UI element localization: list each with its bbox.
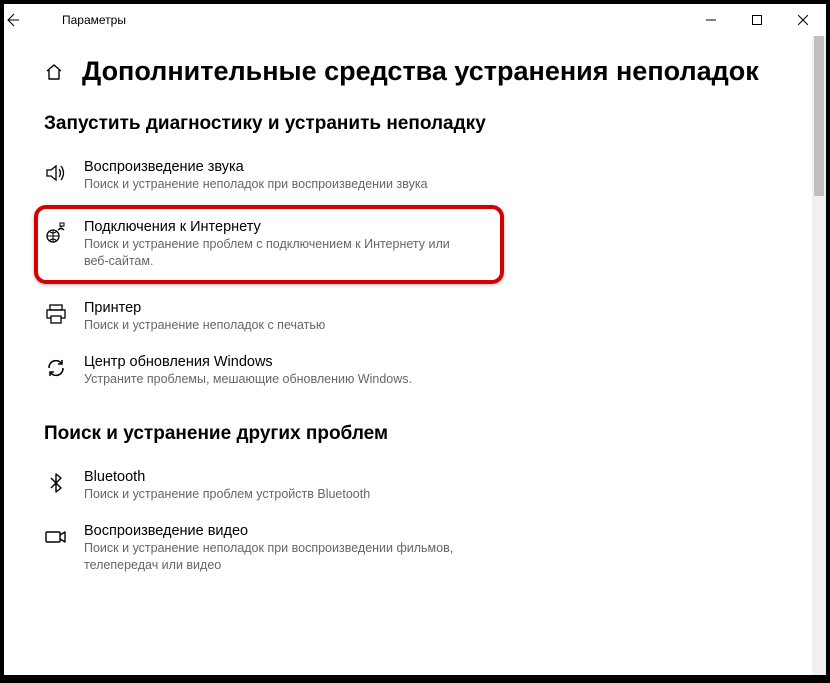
item-title: Центр обновления Windows — [84, 354, 772, 370]
app-title: Параметры — [50, 13, 126, 27]
minimize-button[interactable] — [688, 4, 734, 36]
item-title: Воспроизведение звука — [84, 159, 772, 175]
printer-icon — [44, 302, 68, 326]
section-other-title: Поиск и устранение других проблем — [44, 423, 772, 445]
item-desc: Поиск и устранение неполадок при воспрои… — [84, 540, 464, 574]
vertical-scrollbar[interactable] — [812, 36, 826, 675]
back-button[interactable] — [4, 12, 50, 28]
item-title: Подключения к Интернету — [84, 219, 494, 235]
item-desc: Поиск и устранение неполадок при воспрои… — [84, 176, 464, 193]
highlight-annotation: Подключения к Интернету Поиск и устранен… — [34, 205, 504, 284]
item-desc: Поиск и устранение неполадок с печатью — [84, 317, 464, 334]
item-title: Воспроизведение видео — [84, 523, 772, 539]
section-diagnose-title: Запустить диагностику и устранить непола… — [44, 113, 772, 135]
speaker-icon — [44, 161, 68, 185]
troubleshoot-item-printer[interactable]: Принтер Поиск и устранение неполадок с п… — [44, 290, 772, 344]
close-button[interactable] — [780, 4, 826, 36]
troubleshoot-item-windows-update[interactable]: Центр обновления Windows Устраните пробл… — [44, 344, 772, 398]
troubleshoot-item-internet[interactable]: Подключения к Интернету Поиск и устранен… — [44, 213, 494, 276]
page-heading: Дополнительные средства устранения непол… — [82, 56, 759, 87]
sync-icon — [44, 356, 68, 380]
item-desc: Поиск и устранение проблем с подключение… — [84, 236, 464, 270]
item-title: Bluetooth — [84, 469, 772, 485]
item-desc: Устраните проблемы, мешающие обновлению … — [84, 371, 464, 388]
item-desc: Поиск и устранение проблем устройств Blu… — [84, 486, 464, 503]
scrollbar-thumb[interactable] — [814, 36, 824, 196]
maximize-button[interactable] — [734, 4, 780, 36]
home-icon[interactable] — [44, 62, 64, 82]
bluetooth-icon — [44, 471, 68, 495]
item-title: Принтер — [84, 300, 772, 316]
video-camera-icon — [44, 525, 68, 549]
globe-wifi-icon — [44, 221, 68, 245]
content-area: Дополнительные средства устранения непол… — [4, 36, 812, 675]
troubleshoot-item-video[interactable]: Воспроизведение видео Поиск и устранение… — [44, 513, 772, 584]
troubleshoot-item-bluetooth[interactable]: Bluetooth Поиск и устранение проблем уст… — [44, 459, 772, 513]
troubleshoot-item-sound[interactable]: Воспроизведение звука Поиск и устранение… — [44, 149, 772, 203]
settings-window: Параметры Дополнительные средства устран… — [4, 4, 826, 675]
titlebar: Параметры — [4, 4, 826, 36]
